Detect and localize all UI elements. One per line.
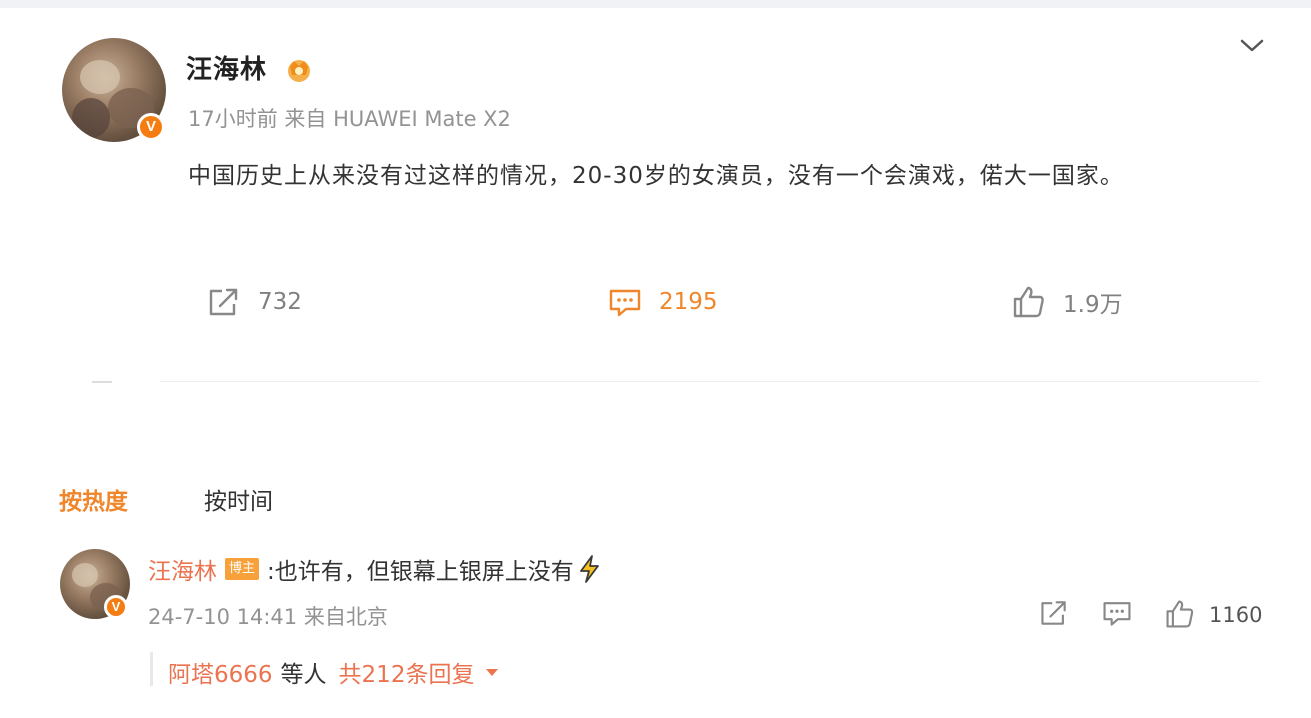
like-count: 1.9万 — [1063, 292, 1123, 318]
post-text: 中国历史上从来没有过这样的情况，20-30岁的女演员，没有一个会演戏，偌大一国家… — [188, 163, 1124, 189]
comment-repost-icon[interactable] — [1038, 598, 1070, 628]
replies-summary[interactable]: 阿塔6666 等人 共212条回复 — [168, 655, 500, 689]
tab-sort-hot[interactable]: 按热度 — [59, 482, 128, 516]
repost-icon — [209, 288, 238, 316]
post-author-name[interactable]: 汪海林 — [186, 49, 267, 86]
comment-text: :也许有，但银幕上银屏上没有 — [267, 559, 574, 585]
top-strip — [0, 0, 1311, 8]
comment-meta: 24-7-10 14:41 来自北京 — [148, 605, 388, 629]
lightning-icon — [579, 555, 599, 583]
comment-button[interactable]: 2195 — [607, 282, 718, 322]
chevron-down-icon[interactable] — [1238, 36, 1266, 56]
tab-sort-time[interactable]: 按时间 — [204, 482, 273, 516]
comment-line: 汪海林 博主 :也许有，但银幕上银屏上没有 — [148, 552, 602, 586]
like-button[interactable]: 1.9万 — [1011, 282, 1123, 322]
post-meta: 17小时前 来自 HUAWEI Mate X2 — [188, 107, 511, 131]
comment-count: 2195 — [659, 289, 718, 315]
thumbs-up-icon — [1013, 286, 1044, 318]
comment-like-count: 1160 — [1209, 603, 1263, 627]
reply-user[interactable]: 阿塔6666 — [168, 655, 273, 689]
reply-count-link[interactable]: 共212条回复 — [339, 655, 475, 689]
comment-reply-icon[interactable] — [1101, 598, 1133, 628]
crown-icon — [288, 60, 310, 82]
comment-thumbs-up-icon[interactable] — [1164, 598, 1196, 630]
comment-author-name[interactable]: 汪海林 — [148, 552, 217, 586]
caret-down-icon[interactable] — [484, 666, 500, 678]
comment-icon — [609, 289, 641, 317]
divider — [92, 381, 112, 383]
repost-button[interactable]: 732 — [206, 282, 302, 322]
verified-badge-icon: V — [137, 113, 165, 141]
repost-count: 732 — [258, 289, 302, 315]
host-badge: 博主 — [225, 558, 260, 580]
verified-badge-icon: V — [104, 595, 128, 619]
reply-bar — [150, 652, 153, 686]
reply-mid-text: 等人 — [280, 662, 327, 688]
divider — [160, 381, 1260, 382]
